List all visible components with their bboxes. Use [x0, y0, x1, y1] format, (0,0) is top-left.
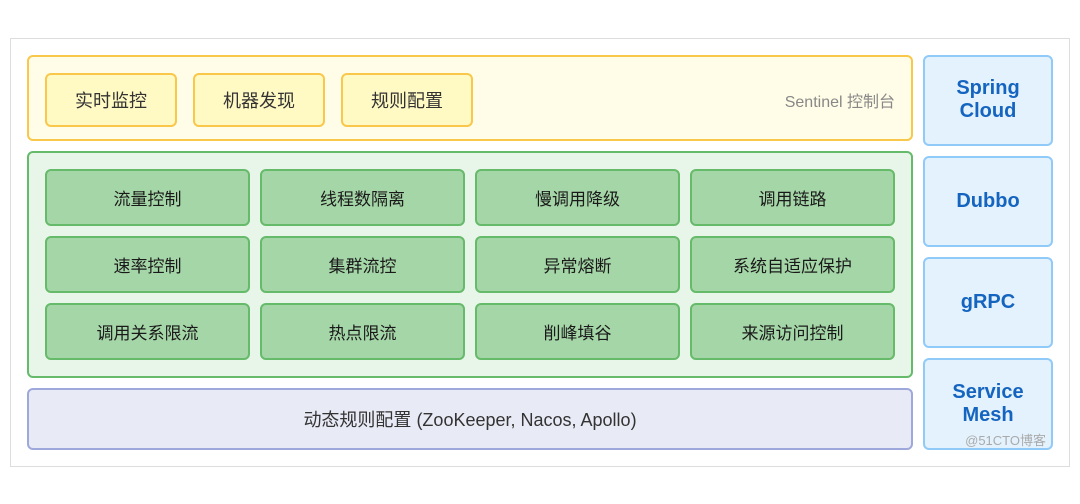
- integration-grpc: gRPC: [923, 257, 1053, 348]
- core-cell-6: 异常熔断: [475, 236, 680, 293]
- core-cell-9: 热点限流: [260, 303, 465, 360]
- sentinel-box-realtime: 实时监控: [45, 73, 177, 127]
- integration-dubbo: Dubbo: [923, 156, 1053, 247]
- core-cell-1: 线程数隔离: [260, 169, 465, 226]
- dynamic-label: 动态规则配置 (ZooKeeper, Nacos, Apollo): [303, 410, 636, 430]
- left-panel: 实时监控 机器发现 规则配置 Sentinel 控制台 流量控制: [27, 55, 913, 450]
- core-section: 流量控制 线程数隔离 慢调用降级 调用链路 速率控制 集群流控 异常熔断 系统自…: [27, 151, 913, 378]
- watermark: @51CTO博客: [965, 430, 1046, 449]
- sentinel-box-rules: 规则配置: [341, 73, 473, 127]
- core-cell-11: 来源访问控制: [690, 303, 895, 360]
- sentinel-section: 实时监控 机器发现 规则配置 Sentinel 控制台: [27, 55, 913, 141]
- core-grid: 流量控制 线程数隔离 慢调用降级 调用链路 速率控制 集群流控 异常熔断 系统自…: [45, 169, 895, 360]
- integration-spring-cloud: Spring Cloud: [923, 55, 1053, 146]
- core-cell-2: 慢调用降级: [475, 169, 680, 226]
- core-cell-3: 调用链路: [690, 169, 895, 226]
- sentinel-box-machine: 机器发现: [193, 73, 325, 127]
- diagram-container: 实时监控 机器发现 规则配置 Sentinel 控制台 流量控制: [10, 38, 1070, 467]
- right-panel: Spring Cloud Dubbo gRPC Service Mesh: [923, 55, 1053, 450]
- sentinel-boxes: 实时监控 机器发现 规则配置: [45, 73, 473, 127]
- core-cell-0: 流量控制: [45, 169, 250, 226]
- diagram-wrapper: 实时监控 机器发现 规则配置 Sentinel 控制台 流量控制: [10, 38, 1070, 467]
- sentinel-label: Sentinel 控制台: [785, 88, 895, 112]
- dynamic-section: 动态规则配置 (ZooKeeper, Nacos, Apollo): [27, 388, 913, 450]
- core-cell-7: 系统自适应保护: [690, 236, 895, 293]
- core-cell-4: 速率控制: [45, 236, 250, 293]
- core-cell-10: 削峰填谷: [475, 303, 680, 360]
- core-cell-8: 调用关系限流: [45, 303, 250, 360]
- sentinel-row: 实时监控 机器发现 规则配置 Sentinel 控制台: [45, 73, 895, 127]
- core-cell-5: 集群流控: [260, 236, 465, 293]
